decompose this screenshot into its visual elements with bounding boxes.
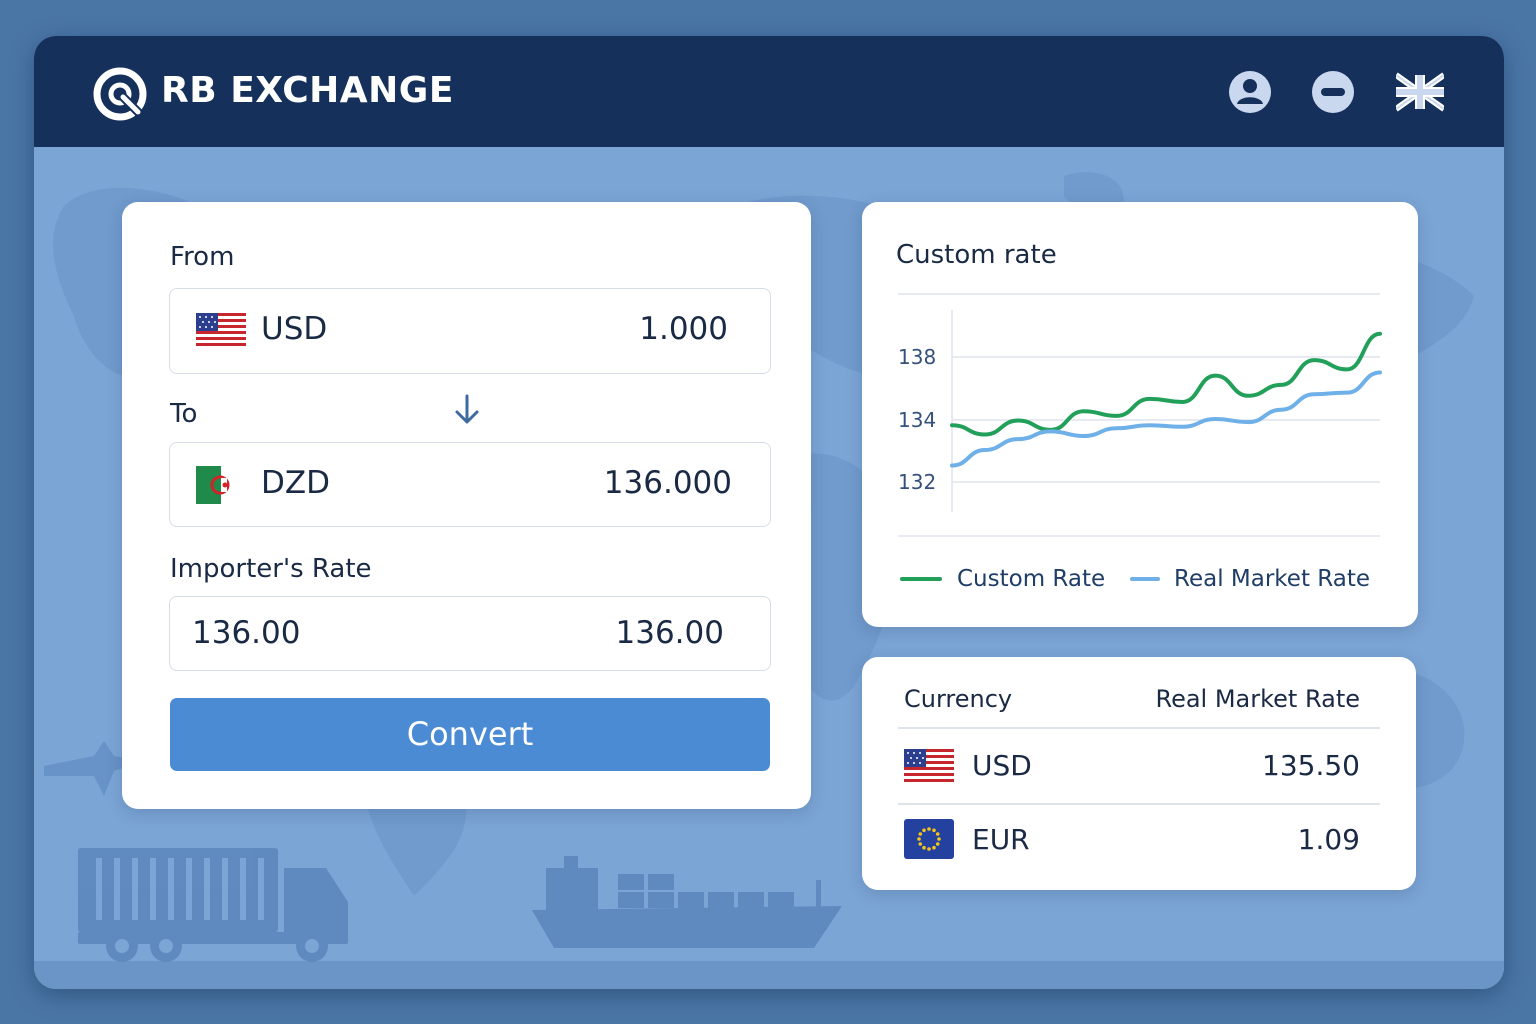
legend-custom-rate-swatch	[900, 577, 942, 581]
row-rate-eur: 1.09	[1297, 823, 1360, 856]
header-real-market-rate: Real Market Rate	[1155, 685, 1360, 713]
y-tick-132: 132	[898, 470, 936, 494]
importers-rate-value: 136.00	[615, 615, 724, 651]
rate-line-chart: 138 134 132	[898, 293, 1382, 537]
app-title: RB EXCHANGE	[161, 70, 454, 111]
row-currency-usd: USD	[972, 749, 1032, 782]
user-account-icon[interactable]	[1227, 69, 1273, 115]
y-tick-134: 134	[898, 408, 936, 432]
eu-flag-icon	[904, 819, 954, 859]
uk-flag-icon[interactable]	[1396, 69, 1444, 115]
importers-rate-input: 136.00	[192, 615, 301, 651]
legend-custom-rate: Custom Rate	[957, 566, 1106, 592]
table-row-usd[interactable]: USD 135.50	[862, 729, 1416, 803]
us-flag-icon	[196, 313, 246, 349]
dz-flag-icon	[196, 466, 246, 504]
legend-market-rate-swatch	[1130, 577, 1160, 581]
header-currency: Currency	[904, 685, 1013, 713]
converter-card: From USD 1.000 To DZD 136.000 Importer's…	[122, 202, 811, 809]
to-label: To	[170, 399, 198, 429]
top-header: RB EXCHANGE	[34, 36, 1504, 147]
from-currency-field[interactable]: USD 1.000	[169, 288, 771, 374]
y-tick-138: 138	[898, 345, 936, 369]
to-currency-field[interactable]: DZD 136.000	[169, 442, 771, 527]
app-window: RB EXCHANGE From USD 1.000 To DZD 136.00…	[34, 36, 1504, 989]
row-rate-usd: 135.50	[1262, 749, 1360, 782]
to-amount: 136.000	[603, 465, 732, 501]
row-currency-eur: EUR	[972, 823, 1030, 856]
importers-rate-field[interactable]: 136.00 136.00	[169, 596, 771, 671]
importers-rate-label: Importer's Rate	[170, 554, 372, 584]
custom-rate-chart-card: Custom rate 138 134 132 Custom Rate Real…	[862, 202, 1418, 627]
from-amount: 1.000	[639, 311, 728, 347]
us-flag-icon	[904, 749, 954, 785]
legend-market-rate: Real Market Rate	[1174, 566, 1371, 592]
minus-circle-icon[interactable]	[1310, 69, 1356, 115]
table-row-eur[interactable]: EUR 1.09	[862, 805, 1416, 879]
to-currency-code: DZD	[261, 465, 330, 501]
market-rates-card: Currency Real Market Rate USD 135.50 EUR…	[862, 657, 1416, 890]
from-currency-code: USD	[261, 311, 328, 347]
from-label: From	[170, 242, 235, 272]
swap-arrow-down-icon[interactable]	[452, 392, 482, 428]
convert-button[interactable]: Convert	[170, 698, 770, 771]
series-layer	[950, 331, 1382, 468]
logo-icon	[93, 67, 147, 121]
